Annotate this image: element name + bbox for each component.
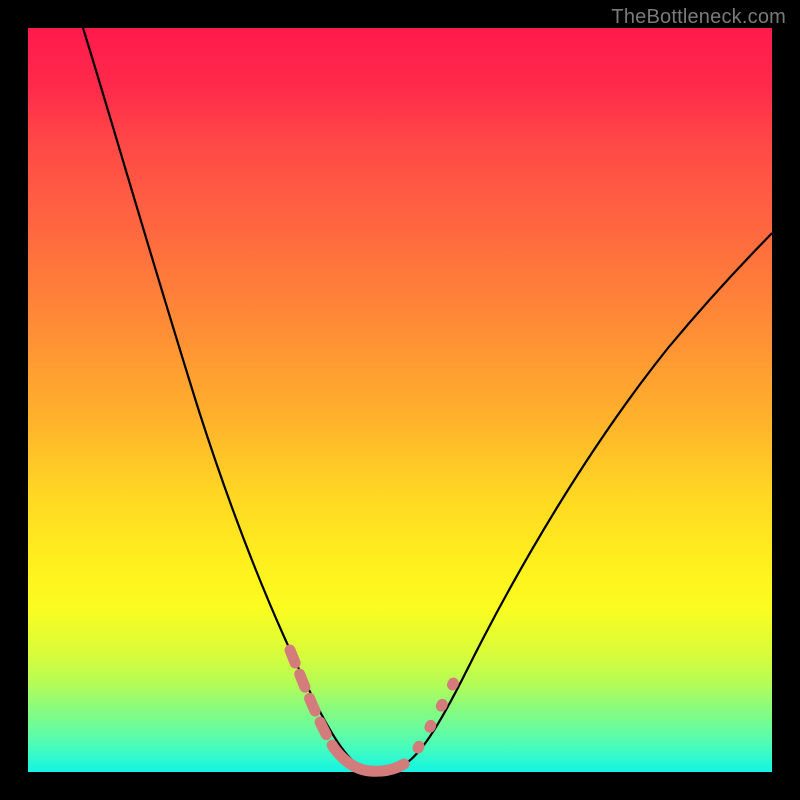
outer-frame: TheBottleneck.com [0, 0, 800, 800]
highlight-left-dashed [290, 650, 334, 748]
bottleneck-chart-svg [28, 28, 772, 772]
highlight-right-dotted [418, 670, 460, 748]
bottleneck-curve-path [83, 28, 772, 771]
watermark-text: TheBottleneck.com [611, 6, 786, 29]
